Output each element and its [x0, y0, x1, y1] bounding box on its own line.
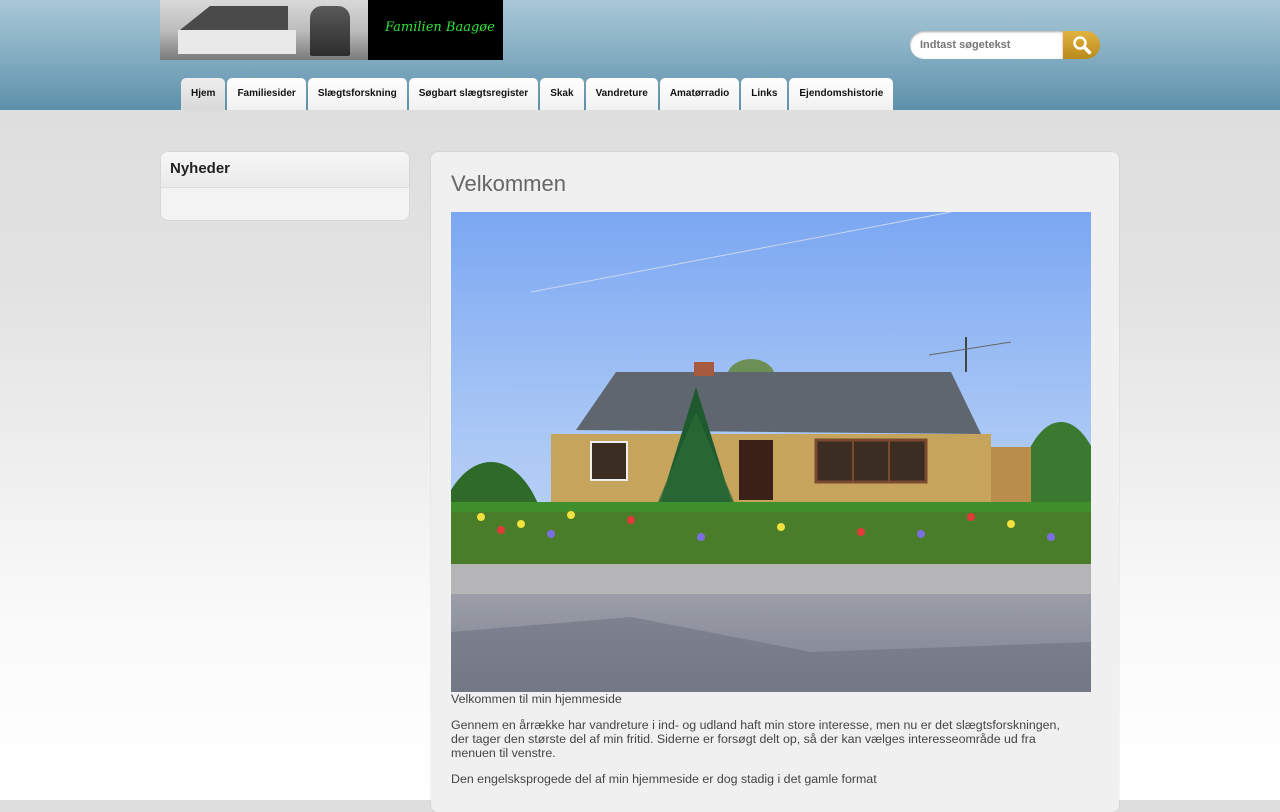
magnifier-icon [1073, 36, 1092, 55]
logo-photo [160, 0, 368, 60]
logo-house-wall [178, 30, 296, 54]
site-header: Familien Baagøe Hjem Familiesider Slægts… [0, 0, 1280, 110]
search-input[interactable] [910, 31, 1063, 59]
house-photo [451, 212, 1091, 692]
news-panel: Nyheder [161, 152, 409, 220]
main-nav: Hjem Familiesider Slægtsforskning Søgbar… [181, 78, 895, 110]
nav-tab-amatoerradio[interactable]: Amatørradio [659, 78, 740, 110]
main-content: Velkommen Velkommen til min hjemmeside G… [431, 152, 1119, 812]
nav-tab-familiesider[interactable]: Familiesider [227, 78, 306, 110]
welcome-caption: Velkommen til min hjemmeside [451, 692, 622, 706]
nav-tab-skak[interactable]: Skak [540, 78, 584, 110]
intro-paragraph: Gennem en årrække har vandreture i ind- … [451, 718, 1060, 760]
nav-tab-links[interactable]: Links [741, 78, 788, 110]
nav-tab-vandreture[interactable]: Vandreture [585, 78, 658, 110]
logo-house-roof [180, 6, 288, 30]
page-title: Velkommen [451, 171, 566, 196]
search-button[interactable] [1063, 31, 1100, 59]
nav-tab-soegbart-slaegtsregister[interactable]: Søgbart slægtsregister [408, 78, 539, 110]
news-panel-title: Nyheder [161, 152, 409, 188]
nav-tab-slaegtsforskning[interactable]: Slægtsforskning [307, 78, 407, 110]
nav-tab-ejendomshistorie[interactable]: Ejendomshistorie [789, 78, 894, 110]
english-note-paragraph: Den engelsksprogede del af min hjemmesid… [451, 772, 877, 786]
logo-text: Familien Baagøe [385, 20, 495, 35]
nav-tab-hjem[interactable]: Hjem [181, 78, 226, 110]
site-logo[interactable]: Familien Baagøe [160, 0, 503, 60]
logo-person [310, 6, 350, 56]
